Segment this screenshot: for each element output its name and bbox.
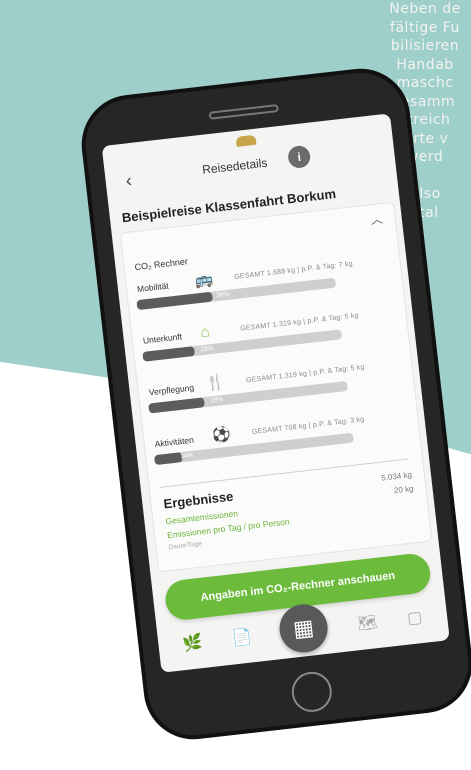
phone-speaker (208, 103, 279, 120)
category-percent: 14% (179, 451, 194, 461)
category-label: Unterkunft (142, 331, 183, 346)
category-percent: 28% (209, 396, 224, 405)
app-screen: ‹ Reisedetails i Beispielreise Klassenfa… (101, 113, 450, 673)
food-icon: 🍴 (205, 373, 226, 393)
category-total: GESAMT 1.319 kg | p.P. & Tag: 5 kg (245, 363, 365, 385)
chevron-up-icon[interactable]: ︿ (370, 210, 384, 228)
category-percent: 38% (215, 290, 230, 300)
back-button[interactable]: ‹ (117, 168, 141, 192)
result-per-person-value: 20 kg (393, 484, 414, 496)
category-label: Verpflegung (148, 382, 195, 398)
category-bar-fill (142, 346, 196, 362)
category-label: Mobilität (136, 280, 170, 295)
result-duration-label: Dauer/Tage (168, 540, 203, 552)
co2-calculator-card: ︿ CO₂ Rechner Mobilität 🚌 GESAMT 1.688 k… (119, 201, 433, 573)
category-bar-fill (154, 452, 183, 466)
app-header: ‹ Reisedetails i (103, 121, 396, 198)
side-text-line: bilisieren (390, 38, 460, 54)
results-title: Ergebnisse (162, 488, 235, 512)
logo-icon[interactable]: 🌿 (182, 634, 204, 654)
side-text-line: fältige Fu (390, 19, 460, 36)
activity-icon: ⚽ (211, 425, 232, 445)
calculator-label: CO₂ Rechner (134, 256, 189, 273)
document-icon[interactable]: 📄 (231, 628, 253, 648)
category-percent: 26% (199, 344, 214, 354)
category-label: Aktivitäten (154, 434, 195, 450)
bus-icon: 🚌 (193, 270, 215, 290)
category-total: GESAMT 1.319 kg | p.P. & Tag: 5 kg (239, 312, 360, 333)
side-text-line: Neben de (389, 1, 461, 17)
calculator-icon[interactable]: ▦ (277, 601, 331, 655)
map-icon[interactable]: 🗺 (357, 614, 379, 634)
profile-icon[interactable]: ▢ (406, 609, 423, 629)
category-total: GESAMT 1.688 kg | p.P. & Tag: 7 kg (234, 260, 354, 281)
category-bar-fill (136, 291, 213, 311)
result-total-value: 5.034 kg (380, 470, 413, 483)
house-icon: ⌂ (199, 323, 211, 342)
side-text-line: Handab (396, 56, 454, 73)
category-bar-fill (148, 397, 205, 414)
home-button[interactable] (289, 669, 334, 715)
brand-logo-icon (235, 134, 257, 147)
header-title: Reisedetails (201, 155, 269, 177)
